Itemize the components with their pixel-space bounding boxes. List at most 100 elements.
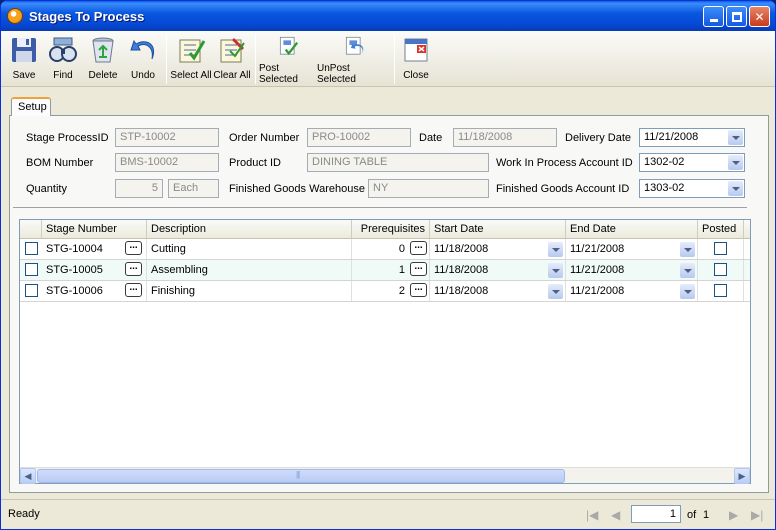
- horizontal-scrollbar[interactable]: ◀ ▶: [20, 467, 750, 484]
- wip-account-combo[interactable]: 1302-02: [639, 153, 745, 172]
- start-date-cell[interactable]: 11/18/2008: [430, 281, 566, 301]
- close-icon: ✕: [754, 9, 765, 24]
- fg-account-label: Finished Goods Account ID: [496, 183, 630, 195]
- status-bar: Ready |◀ ◀ of 1 ▶ ▶|: [1, 499, 775, 529]
- unpost-selected-button[interactable]: UnPost Selected: [317, 31, 391, 85]
- header-start-date[interactable]: Start Date: [430, 220, 566, 239]
- ellipsis-button[interactable]: ...: [125, 262, 142, 276]
- description-cell[interactable]: Cutting: [147, 239, 352, 259]
- posted-cell: [698, 260, 744, 280]
- stage-process-id-label: Stage ProcessID: [26, 132, 109, 144]
- ellipsis-button[interactable]: ...: [125, 283, 142, 297]
- header-end-date[interactable]: End Date: [566, 220, 698, 239]
- stage-number-cell[interactable]: STG-10004 ...: [42, 239, 147, 259]
- start-date-cell[interactable]: 11/18/2008: [430, 260, 566, 280]
- row-select-checkbox[interactable]: [25, 242, 38, 255]
- tab-setup[interactable]: Setup: [11, 97, 51, 116]
- minimize-button[interactable]: [703, 6, 724, 27]
- post-selected-button[interactable]: Post Selected: [259, 31, 317, 85]
- ellipsis-button[interactable]: ...: [410, 241, 427, 255]
- end-date-cell[interactable]: 11/21/2008: [566, 239, 698, 259]
- close-window-button[interactable]: ✕: [749, 6, 770, 27]
- product-id-field[interactable]: DINING TABLE: [307, 153, 489, 172]
- chevron-down-icon[interactable]: [728, 181, 743, 196]
- product-id-label: Product ID: [229, 157, 281, 169]
- order-number-field[interactable]: PRO-10002: [307, 128, 411, 147]
- end-date-cell[interactable]: 11/21/2008: [566, 260, 698, 280]
- chevron-down-icon[interactable]: [680, 242, 695, 257]
- first-page-icon[interactable]: |◀: [586, 508, 598, 522]
- fg-account-value: 1303-02: [644, 182, 685, 194]
- start-date-cell[interactable]: 11/18/2008: [430, 239, 566, 259]
- header-select[interactable]: [20, 220, 42, 239]
- header-stage-number[interactable]: Stage Number: [42, 220, 147, 239]
- posted-checkbox[interactable]: [714, 284, 727, 297]
- stages-grid[interactable]: Stage Number Description Prerequisites S…: [19, 219, 751, 484]
- quantity-field[interactable]: 5: [115, 179, 163, 198]
- date-field[interactable]: 11/18/2008: [453, 128, 557, 147]
- scroll-thumb[interactable]: [37, 469, 565, 483]
- prerequisites-cell[interactable]: 2 ...: [352, 281, 430, 301]
- stage-process-id-field[interactable]: STP-10002: [115, 128, 219, 147]
- order-number-label: Order Number: [229, 132, 300, 144]
- delete-button[interactable]: Delete: [83, 31, 123, 85]
- toolbar-separator: [166, 34, 167, 84]
- ellipsis-button[interactable]: ...: [125, 241, 142, 255]
- table-row[interactable]: STG-10006 ... Finishing 2 ... 11/18/2008…: [20, 281, 750, 302]
- chevron-down-icon[interactable]: [548, 263, 563, 278]
- posted-checkbox[interactable]: [714, 242, 727, 255]
- clear-all-checklist-icon: [220, 37, 245, 63]
- chevron-down-icon[interactable]: [728, 130, 743, 145]
- next-page-icon[interactable]: ▶: [729, 508, 738, 522]
- close-button[interactable]: Close: [398, 31, 434, 85]
- end-date-cell[interactable]: 11/21/2008: [566, 281, 698, 301]
- previous-page-icon[interactable]: ◀: [611, 508, 620, 522]
- fg-warehouse-field[interactable]: NY: [368, 179, 489, 198]
- chevron-down-icon[interactable]: [680, 284, 695, 299]
- bom-number-field[interactable]: BMS-10002: [115, 153, 219, 172]
- title-bar[interactable]: Stages To Process ✕: [1, 1, 775, 31]
- description-cell[interactable]: Finishing: [147, 281, 352, 301]
- delivery-date-combo[interactable]: 11/21/2008: [639, 128, 745, 147]
- table-row[interactable]: STG-10004 ... Cutting 0 ... 11/18/2008 1…: [20, 239, 750, 260]
- row-select-checkbox[interactable]: [25, 263, 38, 276]
- header-description[interactable]: Description: [147, 220, 352, 239]
- last-page-icon[interactable]: ▶|: [751, 508, 763, 522]
- scroll-left-button[interactable]: ◀: [20, 468, 36, 484]
- select-all-button[interactable]: Select All: [170, 31, 212, 85]
- minimize-icon: [709, 19, 718, 22]
- uom-field[interactable]: Each: [168, 179, 219, 198]
- save-button[interactable]: Save: [5, 31, 43, 85]
- posted-cell: [698, 281, 744, 301]
- chevron-down-icon[interactable]: [548, 284, 563, 299]
- undo-button[interactable]: Undo: [123, 31, 163, 85]
- header-prerequisites[interactable]: Prerequisites: [352, 220, 430, 239]
- ellipsis-button[interactable]: ...: [410, 283, 427, 297]
- header-posted[interactable]: Posted: [698, 220, 744, 239]
- bom-number-label: BOM Number: [26, 157, 94, 169]
- chevron-down-icon[interactable]: [548, 242, 563, 257]
- clear-all-button[interactable]: Clear All: [212, 31, 252, 85]
- toolbar-separator: [394, 34, 395, 84]
- chevron-down-icon[interactable]: [680, 263, 695, 278]
- wip-account-label: Work In Process Account ID: [496, 157, 633, 169]
- fg-account-combo[interactable]: 1303-02: [639, 179, 745, 198]
- ellipsis-button[interactable]: ...: [410, 262, 427, 276]
- row-select-checkbox[interactable]: [25, 284, 38, 297]
- description-cell[interactable]: Assembling: [147, 260, 352, 280]
- posted-checkbox[interactable]: [714, 263, 727, 276]
- find-button[interactable]: Find: [43, 31, 83, 85]
- chevron-down-icon[interactable]: [728, 155, 743, 170]
- table-row[interactable]: STG-10005 ... Assembling 1 ... 11/18/200…: [20, 260, 750, 281]
- stage-number-cell[interactable]: STG-10005 ...: [42, 260, 147, 280]
- fg-warehouse-label: Finished Goods Warehouse: [229, 183, 365, 195]
- page-number-input[interactable]: [631, 505, 681, 523]
- prerequisites-cell[interactable]: 1 ...: [352, 260, 430, 280]
- maximize-button[interactable]: [726, 6, 747, 27]
- delivery-date-value: 11/21/2008: [644, 131, 699, 143]
- prerequisites-cell[interactable]: 0 ...: [352, 239, 430, 259]
- undo-arrow-icon: [130, 39, 154, 60]
- stages-to-process-window: Stages To Process ✕ Save Find Delete Und…: [0, 0, 776, 530]
- stage-number-cell[interactable]: STG-10006 ...: [42, 281, 147, 301]
- scroll-right-button[interactable]: ▶: [734, 468, 750, 484]
